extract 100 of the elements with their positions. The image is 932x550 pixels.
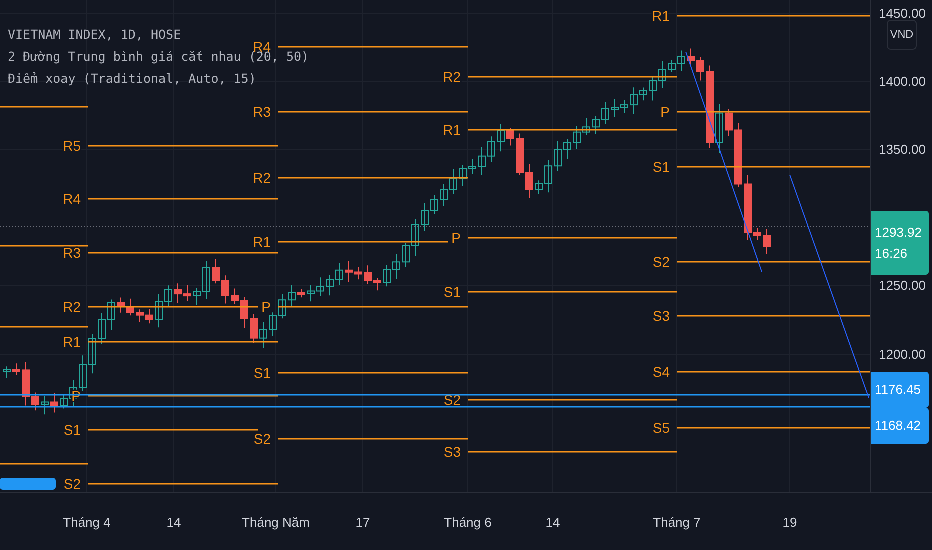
price-tick: 1450.00	[879, 6, 926, 21]
legend-text: Điểm xoay (Traditional, Auto, 15)	[8, 71, 258, 86]
candle	[573, 126, 581, 150]
candle	[79, 355, 87, 392]
pivot-label: R2	[63, 299, 81, 315]
pivot-label: S2	[254, 431, 271, 447]
candle	[497, 124, 505, 152]
pivot-label: R2	[443, 69, 461, 85]
candle	[526, 164, 534, 198]
pivot-label: R1	[63, 334, 81, 350]
candle	[164, 285, 172, 308]
candle	[98, 312, 106, 344]
pivot-label: S4	[652, 364, 670, 380]
candle	[117, 297, 125, 314]
candle	[678, 50, 686, 72]
pivot-label: S2	[64, 476, 81, 492]
candle	[687, 48, 695, 66]
candle	[554, 141, 562, 172]
trend-line[interactable]	[790, 174, 870, 398]
candle	[459, 164, 467, 187]
candle	[136, 309, 144, 323]
price-tick: 1250.00	[879, 278, 926, 293]
candle	[108, 299, 116, 330]
time-tick: 19	[782, 515, 798, 530]
candle	[316, 277, 324, 297]
price-tick: 1400.00	[879, 74, 926, 89]
candle	[269, 312, 277, 336]
candle	[412, 218, 420, 256]
pivot-label: R3	[253, 104, 271, 120]
candle	[212, 258, 220, 284]
candle	[620, 100, 628, 114]
candle	[336, 262, 344, 286]
candle	[364, 265, 372, 284]
candle	[307, 284, 315, 302]
pivot-label: R3	[63, 245, 81, 261]
pivot-label: R1	[443, 122, 461, 138]
pivot-label: S1	[254, 365, 271, 381]
candle	[193, 288, 201, 306]
candle	[544, 160, 552, 194]
candle	[326, 275, 334, 296]
candle	[602, 101, 610, 124]
pivot-label: S1	[652, 159, 670, 175]
candle	[3, 366, 11, 378]
pivot-label: S5	[652, 420, 670, 436]
time-tick: Tháng 4	[63, 515, 111, 530]
currency-button[interactable]: VND	[887, 20, 917, 50]
candle	[345, 260, 353, 283]
legend-text: VIETNAM INDEX, 1D, HOSE	[8, 27, 182, 42]
price-label-tag: 1176.45	[871, 372, 929, 408]
candle	[12, 363, 20, 376]
candle	[278, 294, 286, 320]
candle	[60, 394, 68, 410]
candle	[50, 392, 58, 414]
candle	[506, 128, 514, 146]
candle	[734, 122, 742, 188]
candle	[88, 334, 96, 374]
candle	[383, 264, 391, 288]
candle	[260, 322, 268, 349]
candle	[564, 138, 572, 160]
candle	[516, 133, 524, 176]
pivot-label: S2	[444, 392, 461, 408]
candle	[32, 392, 40, 412]
candle	[174, 283, 182, 304]
candle	[288, 284, 296, 308]
price-tick: 1350.00	[879, 142, 926, 157]
candle	[478, 146, 486, 176]
pivot-label: S3	[444, 444, 461, 460]
pivot-label: P	[262, 299, 271, 315]
candle	[298, 288, 306, 298]
countdown: 16:26	[875, 246, 909, 261]
candle	[250, 314, 258, 344]
pivot-label: R1	[253, 234, 271, 250]
candle	[744, 174, 752, 240]
candle	[184, 284, 192, 302]
label-tag	[0, 478, 56, 490]
candle	[22, 362, 30, 406]
candle	[240, 297, 248, 328]
candle	[231, 288, 239, 305]
pivot-label: S1	[64, 422, 81, 438]
candle	[611, 98, 619, 118]
candle	[640, 87, 648, 102]
time-tick: 14	[546, 515, 560, 530]
trend-line[interactable]	[686, 52, 762, 272]
candle	[354, 266, 362, 280]
candle	[421, 202, 429, 232]
candle	[592, 116, 600, 135]
candle	[402, 242, 410, 268]
candle	[716, 104, 724, 154]
candle	[202, 260, 210, 300]
price-tick: 1200.00	[879, 347, 926, 362]
candle	[649, 76, 657, 102]
pivot-label: S2	[652, 254, 670, 270]
candle	[725, 108, 733, 137]
pivot-label: P	[660, 104, 670, 120]
price-label-tag: 1168.42	[871, 408, 929, 444]
time-tick: 14	[166, 515, 182, 530]
candle	[535, 180, 543, 194]
candle	[468, 159, 476, 174]
candle	[41, 396, 49, 416]
candle	[146, 308, 154, 324]
